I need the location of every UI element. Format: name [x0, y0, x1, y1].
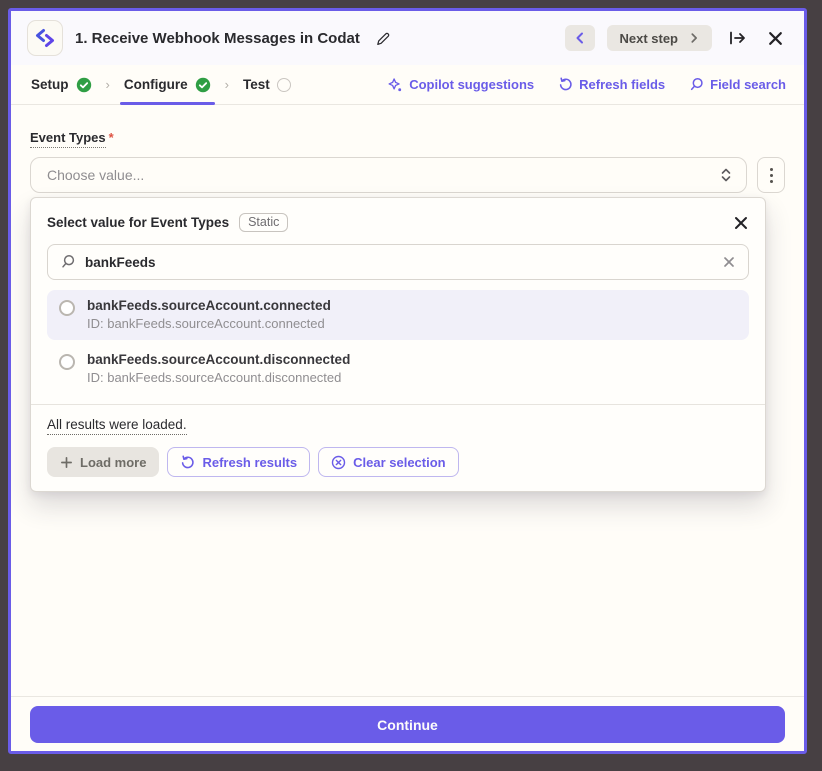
dropdown-actions: Load more Refresh results	[47, 447, 749, 477]
refresh-fields-label: Refresh fields	[579, 77, 665, 92]
event-types-dropdown: Select value for Event Types Static	[30, 197, 766, 492]
search-icon	[689, 77, 704, 92]
expand-panel-icon	[727, 28, 747, 48]
tab-test[interactable]: Test	[241, 65, 293, 104]
search-icon	[60, 254, 76, 270]
close-icon	[767, 30, 784, 47]
panel-footer: Continue	[11, 696, 804, 751]
static-badge: Static	[239, 213, 288, 232]
select-placeholder: Choose value...	[47, 167, 144, 183]
select-updown-icon	[718, 166, 734, 184]
configure-body: Event Types* Choose value...	[11, 105, 804, 696]
event-types-label: Event Types	[30, 130, 106, 148]
dropdown-close-button[interactable]	[733, 215, 749, 231]
field-search-button[interactable]: Field search	[689, 77, 786, 92]
next-step-label: Next step	[619, 31, 678, 46]
option-id: ID: bankFeeds.sourceAccount.connected	[87, 316, 331, 331]
tab-separator-icon: ›	[225, 77, 229, 92]
load-more-button[interactable]: Load more	[47, 447, 159, 477]
clear-selection-button[interactable]: Clear selection	[318, 447, 459, 477]
close-panel-button[interactable]	[762, 25, 788, 51]
tab-configure[interactable]: Configure	[122, 65, 213, 104]
continue-button[interactable]: Continue	[30, 706, 785, 743]
field-label-row: Event Types*	[30, 129, 785, 148]
clear-search-button[interactable]	[722, 255, 736, 269]
sparkle-icon	[387, 77, 403, 93]
step-title: 1. Receive Webhook Messages in Codat	[75, 30, 360, 47]
dropdown-footer: All results were loaded. Load more	[31, 405, 765, 491]
step-editor-panel: 1. Receive Webhook Messages in Codat Nex…	[8, 8, 807, 754]
open-full-editor-button[interactable]	[724, 25, 750, 51]
dropdown-options-list: bankFeeds.sourceAccount.connected ID: ba…	[31, 290, 765, 394]
screenshot-stage: 1. Receive Webhook Messages in Codat Nex…	[0, 0, 822, 771]
tab-separator-icon: ›	[106, 77, 110, 92]
refresh-fields-button[interactable]: Refresh fields	[558, 77, 665, 92]
option-text: bankFeeds.sourceAccount.disconnected ID:…	[87, 352, 350, 385]
load-more-label: Load more	[80, 455, 146, 470]
refresh-icon	[558, 77, 573, 92]
radio-icon[interactable]	[59, 300, 75, 316]
event-types-select[interactable]: Choose value...	[30, 157, 747, 193]
tab-setup-label: Setup	[31, 77, 69, 92]
edit-title-icon[interactable]	[374, 30, 391, 47]
step-tabbar: Setup › Configure › Test	[11, 65, 804, 105]
chevron-right-icon	[688, 32, 700, 44]
option-row[interactable]: bankFeeds.sourceAccount.disconnected ID:…	[47, 344, 749, 394]
dropdown-title: Select value for Event Types	[47, 215, 229, 230]
copilot-suggestions-button[interactable]: Copilot suggestions	[387, 77, 534, 93]
clear-icon	[722, 255, 736, 269]
radio-icon[interactable]	[59, 354, 75, 370]
next-step-button[interactable]: Next step	[607, 25, 712, 51]
check-circle-icon	[76, 77, 92, 93]
clear-selection-label: Clear selection	[353, 455, 446, 470]
refresh-results-label: Refresh results	[202, 455, 297, 470]
option-label: bankFeeds.sourceAccount.connected	[87, 298, 331, 313]
field-menu-button[interactable]	[757, 157, 785, 193]
dropdown-header: Select value for Event Types Static	[31, 198, 765, 238]
tab-test-label: Test	[243, 77, 270, 92]
chevron-left-icon	[573, 31, 587, 45]
tab-setup[interactable]: Setup	[29, 65, 94, 104]
option-label: bankFeeds.sourceAccount.disconnected	[87, 352, 350, 367]
option-text: bankFeeds.sourceAccount.connected ID: ba…	[87, 298, 331, 331]
refresh-icon	[180, 455, 195, 470]
required-marker: *	[109, 130, 114, 145]
step-header: 1. Receive Webhook Messages in Codat Nex…	[11, 11, 804, 65]
close-icon	[733, 215, 749, 231]
check-circle-icon	[195, 77, 211, 93]
results-status-text: All results were loaded.	[47, 417, 187, 435]
kebab-icon	[770, 168, 773, 171]
refresh-results-button[interactable]: Refresh results	[167, 447, 310, 477]
previous-step-button[interactable]	[565, 25, 595, 51]
plus-icon	[60, 456, 73, 469]
option-id: ID: bankFeeds.sourceAccount.disconnected	[87, 370, 350, 385]
dropdown-search-box	[47, 244, 749, 280]
dropdown-search-input[interactable]	[85, 255, 713, 270]
tab-configure-label: Configure	[124, 77, 188, 92]
codat-logo-icon	[33, 26, 57, 50]
pending-circle-icon	[277, 78, 291, 92]
copilot-suggestions-label: Copilot suggestions	[409, 77, 534, 92]
option-row[interactable]: bankFeeds.sourceAccount.connected ID: ba…	[47, 290, 749, 340]
circle-x-icon	[331, 455, 346, 470]
field-search-label: Field search	[710, 77, 786, 92]
event-types-field-row: Choose value...	[30, 157, 785, 193]
codat-app-icon	[27, 20, 63, 56]
